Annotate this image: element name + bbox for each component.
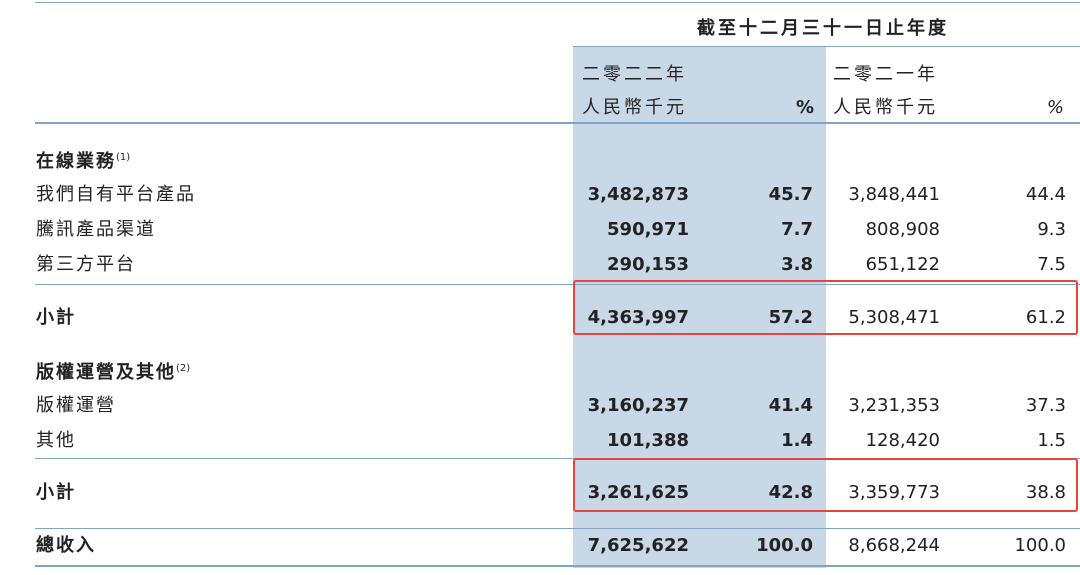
section-copyright-title: 版權運營及其他(2) (36, 362, 191, 383)
pct-2021: 44.4 (1025, 184, 1066, 205)
pct-2022: 3.8 (781, 254, 813, 275)
row-label: 我們自有平台產品 (36, 184, 196, 205)
value-2022: 7,625,622 (587, 535, 689, 556)
unit-2022-heading: 人民幣千元 (582, 97, 687, 118)
pct-2022: 100.0 (756, 535, 813, 556)
pct-2021: 1.5 (1037, 430, 1066, 451)
section-online-title: 在線業務(1) (36, 151, 131, 172)
row-label: 版權運營 (36, 395, 116, 416)
value-2022: 290,153 (607, 254, 689, 275)
total-label: 總收入 (36, 535, 96, 556)
total-top-rule (35, 528, 1080, 529)
value-2022: 3,160,237 (587, 395, 689, 416)
pct-2022-heading: % (795, 97, 814, 118)
value-2021: 651,122 (865, 254, 940, 275)
row-label: 騰訊產品渠道 (36, 219, 156, 240)
pct-2022: 42.8 (768, 482, 813, 503)
value-2021: 3,359,773 (848, 482, 940, 503)
value-2021: 3,848,441 (848, 184, 940, 205)
pct-2021: 37.3 (1025, 395, 1066, 416)
top-rule (35, 2, 1080, 3)
pct-2022: 7.7 (781, 219, 813, 240)
pct-2021: 9.3 (1037, 219, 1066, 240)
row-label: 第三方平台 (36, 254, 136, 275)
row-label: 其他 (36, 430, 76, 451)
pct-2021: 38.8 (1025, 482, 1066, 503)
value-2022: 3,482,873 (587, 184, 689, 205)
pct-2022: 41.4 (768, 395, 813, 416)
value-2022: 3,261,625 (587, 482, 689, 503)
pct-2021: 100.0 (1014, 535, 1066, 556)
year-2022-heading: 二零二二年 (582, 64, 687, 85)
pct-2022: 1.4 (781, 430, 813, 451)
subtotal-label: 小計 (36, 307, 76, 328)
pct-2021-heading: % (1046, 97, 1064, 118)
pct-2021: 61.2 (1025, 307, 1066, 328)
value-2021: 3,231,353 (848, 395, 940, 416)
value-2021: 5,308,471 (848, 307, 940, 328)
value-2022: 101,388 (607, 430, 689, 451)
total-bottom-rule (35, 565, 1080, 567)
value-2022: 590,971 (607, 219, 689, 240)
value-2021: 128,420 (865, 430, 940, 451)
subtotal-label: 小計 (36, 482, 76, 503)
value-2021: 8,668,244 (848, 535, 940, 556)
value-2022: 4,363,997 (587, 307, 689, 328)
unit-2021-heading: 人民幣千元 (833, 97, 938, 118)
year-2021-heading: 二零二一年 (833, 64, 938, 85)
pct-2022: 45.7 (768, 184, 813, 205)
pct-2021: 7.5 (1037, 254, 1066, 275)
period-rule (573, 46, 1080, 47)
pct-2022: 57.2 (768, 307, 813, 328)
value-2021: 808,908 (865, 219, 940, 240)
header-rule (35, 122, 1080, 124)
period-heading: 截至十二月三十一日止年度 (697, 18, 949, 39)
